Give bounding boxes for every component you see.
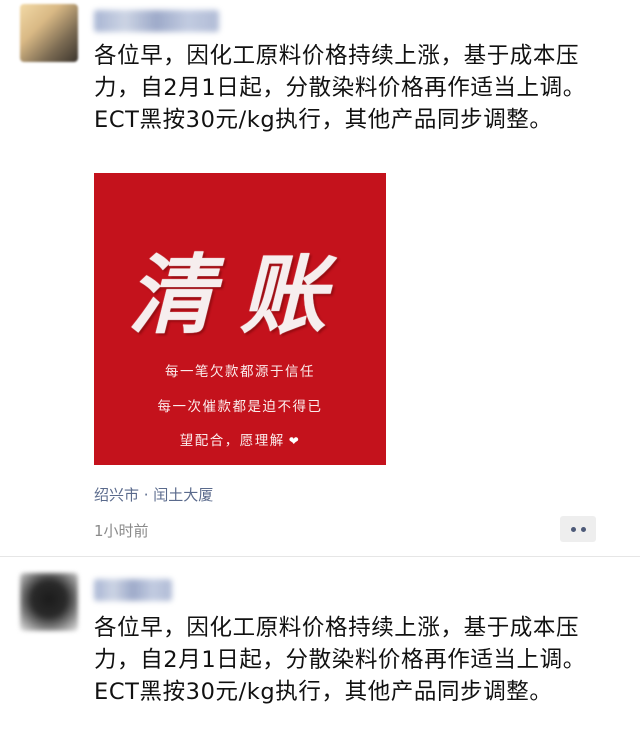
- poster-line-2: 每一次催款都是迫不得已: [157, 399, 323, 415]
- nickname-blurred[interactable]: [94, 579, 172, 601]
- post-timestamp: 1小时前: [94, 522, 149, 540]
- location-link[interactable]: 绍兴市 · 闰土大厦: [94, 484, 213, 505]
- post-image[interactable]: 清账 每一笔欠款都源于信任 每一次催款都是迫不得已 望配合，愿理解 ❤: [94, 173, 386, 465]
- post-text: 各位早，因化工原料价格持续上涨，基于成本压力，自2月1日起，分散染料价格再作适当…: [94, 43, 586, 133]
- heart-icon: ❤: [288, 434, 301, 448]
- avatar[interactable]: [20, 4, 78, 62]
- poster-headline: 清账: [128, 245, 352, 346]
- poster-line-3: 望配合，愿理解 ❤: [179, 433, 301, 449]
- avatar[interactable]: [20, 573, 78, 631]
- moments-post-2: 各位早，因化工原料价格持续上涨，基于成本压力，自2月1日起，分散染料价格再作适当…: [0, 557, 640, 753]
- poster-line-1: 每一笔欠款都源于信任: [165, 364, 315, 380]
- moments-post-1: 各位早，因化工原料价格持续上涨，基于成本压力，自2月1日起，分散染料价格再作适当…: [0, 0, 640, 556]
- more-dots-icon[interactable]: [560, 516, 596, 542]
- nickname-blurred[interactable]: [94, 10, 219, 32]
- post-text: 各位早，因化工原料价格持续上涨，基于成本压力，自2月1日起，分散染料价格再作适当…: [94, 615, 586, 705]
